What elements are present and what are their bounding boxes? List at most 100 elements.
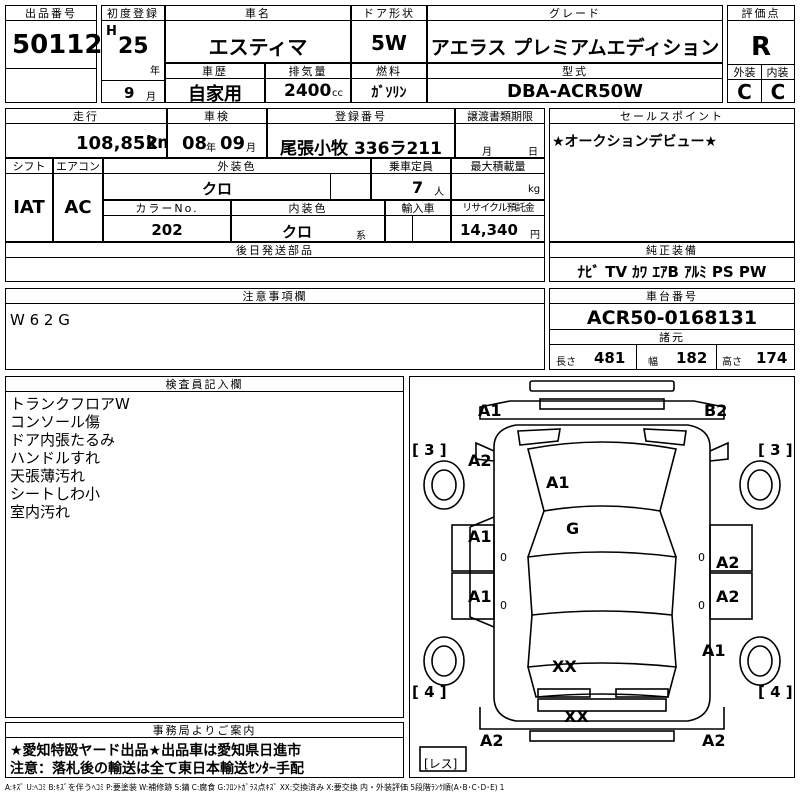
ext-color-cell: 外装色 クロ: [103, 158, 371, 200]
door-type: 5W: [371, 31, 407, 55]
door-zero: 0: [500, 599, 507, 612]
tire-mark: [ 3 ]: [758, 441, 793, 459]
caution-text: W 6 2 G: [10, 311, 70, 329]
width: 182: [676, 349, 708, 367]
tire-mark: [ 3 ]: [412, 441, 447, 459]
capacity-cell: 乗車定員 7 人: [371, 158, 451, 200]
mark: A1: [468, 527, 492, 546]
model-code: DBA-ACR50W: [507, 81, 643, 102]
mark: A2: [716, 587, 740, 606]
int-rank: C: [770, 80, 786, 104]
later-parts-cell: 後日発送部品: [5, 242, 545, 282]
inspector-line: 天張薄汚れ: [10, 467, 86, 485]
equipment: ﾅﾋﾞ TV ｶﾜ ｴｱB ｱﾙﾐ PS PW: [577, 263, 767, 281]
ac: AC: [64, 197, 92, 218]
mileage-cell: 走行 108,852 km: [5, 108, 175, 158]
lot-cell: 出品番号 50112: [5, 5, 102, 103]
history-cell: 車歴 自家用: [165, 63, 265, 105]
inspection-cell: 車検 08 年 09 月: [167, 108, 267, 158]
tire-mark: [ 4 ]: [412, 683, 447, 701]
inspector-line: 室内汚れ: [10, 503, 71, 521]
spec-label: 諸元: [550, 330, 794, 345]
plate: 尾張小牧 336ラ211: [280, 139, 442, 159]
model-cell: 型式 DBA-ACR50W: [427, 63, 723, 103]
ext-color-label: 外装色: [104, 159, 370, 174]
capacity-label: 乗車定員: [372, 159, 450, 174]
height: 174: [756, 349, 788, 367]
mark: A1: [468, 587, 492, 606]
spare-tire-mark: [レス]: [424, 757, 458, 771]
import-cell: 輸入車: [385, 200, 451, 242]
ac-label: エアコン: [54, 160, 102, 174]
insp-month: 09: [220, 133, 246, 154]
door-zero: 0: [698, 599, 705, 612]
grade: アエラス プレミアムエディション: [430, 37, 720, 59]
mark: A2: [702, 731, 726, 750]
shift: IAT: [13, 197, 45, 218]
car-diagram: A1 B2 A2 A1 G A1 A1 A2 A2 A1 XX XX A2 A2…: [409, 376, 795, 778]
color-no-label: カラーNo.: [104, 201, 230, 216]
chassis-label: 車台番号: [550, 289, 794, 304]
inspector-line: ドア内張たるみ: [10, 431, 116, 449]
inspector-line: ハンドルすれ: [10, 449, 101, 467]
ext-label: 外装: [728, 65, 761, 80]
inspector-line: コンソール傷: [10, 413, 101, 431]
ac-cell: エアコン AC: [53, 158, 103, 242]
sales-cell: セールスポイント ★オークションデビュー★: [549, 108, 795, 242]
displacement-label: 排気量: [266, 64, 350, 79]
transfer-label: 譲渡書類期限: [456, 109, 544, 124]
grade-cell: グレード アエラス プレミアムエディション: [427, 5, 723, 63]
reg-month: 9: [124, 84, 135, 102]
int-color: クロ: [281, 223, 312, 241]
import-label: 輸入車: [386, 201, 450, 216]
shift-cell: シフト IAT: [5, 158, 53, 242]
car-name: エスティマ: [208, 35, 308, 59]
mileage-label: 走行: [6, 109, 166, 124]
sales-label: セールスポイント: [550, 109, 794, 124]
mark: A1: [702, 641, 726, 660]
mark: A2: [716, 553, 740, 572]
inspector-label: 検査員記入欄: [6, 377, 403, 392]
inspection-label: 車検: [168, 109, 266, 124]
equip-cell: 純正装備 ﾅﾋﾞ TV ｶﾜ ｴｱB ｱﾙﾐ PS PW: [549, 242, 795, 282]
office-label: 事務局よりご案内: [6, 723, 403, 738]
first-reg-cell: 初度登録 H 25 年 9 月: [101, 5, 165, 103]
door-cell: ドア形状 5W: [351, 5, 427, 63]
legend: A:ｷｽﾞ U:ﾍｺﾐ B:ｷｽﾞを伴うﾍｺﾐ P:要塗装 W:補修跡 S:錆 …: [5, 783, 505, 792]
fuel-label: 燃料: [352, 64, 426, 79]
recycle-label: リサイクル預託金: [452, 201, 544, 216]
office-line-2: 注意：落札後の輸送は全て東日本輸送ｾﾝﾀｰ手配: [10, 761, 304, 777]
car-name-label: 車名: [166, 6, 350, 21]
insp-year: 08: [182, 133, 208, 154]
sales-point: ★オークションデビュー★: [552, 134, 718, 150]
recycle: 14,340: [460, 221, 518, 239]
later-parts-label: 後日発送部品: [6, 243, 544, 258]
transfer-cell: 譲渡書類期限 月 日: [455, 108, 545, 158]
caution-cell: 注意事項欄 W 6 2 G: [5, 288, 545, 370]
shift-label: シフト: [6, 159, 52, 174]
lot-label: 出品番号: [6, 6, 96, 21]
car-outline: [419, 380, 781, 772]
inspector-line: トランクフロアW: [10, 395, 130, 413]
color-no-cell: カラーNo. 202: [103, 200, 231, 242]
inspector-cell: 検査員記入欄 トランクフロアW コンソール傷 ドア内張たるみ ハンドルすれ 天張…: [5, 376, 404, 718]
fuel-cell: 燃料 ｶﾞｿﾘﾝ: [351, 63, 427, 103]
load-label: 最大積載量: [452, 159, 544, 174]
model-label: 型式: [428, 64, 722, 79]
plate-cell: 登録番号 尾張小牧 336ラ211: [267, 108, 455, 159]
color-no: 202: [151, 221, 183, 239]
office-cell: 事務局よりご案内 ★愛知特殴ヤード出品★出品車は愛知県日進市 注意：落札後の輸送…: [5, 722, 404, 778]
chassis-number: ACR50-0168131: [586, 307, 758, 329]
recycle-cell: リサイクル預託金 14,340 円: [451, 200, 545, 242]
equip-label: 純正装備: [550, 243, 794, 258]
mark: XX: [564, 707, 589, 726]
door-label: ドア形状: [352, 6, 426, 21]
history: 自家用: [188, 84, 242, 105]
score-cell: 評価点 R 外装 内装 C C: [727, 5, 795, 104]
mark: B2: [704, 401, 728, 420]
int-color-cell: 内装色 クロ 系: [231, 200, 385, 242]
mark: A1: [478, 401, 502, 420]
score: R: [750, 32, 772, 62]
mark: XX: [552, 657, 577, 676]
lot-number: 50112: [12, 30, 103, 60]
